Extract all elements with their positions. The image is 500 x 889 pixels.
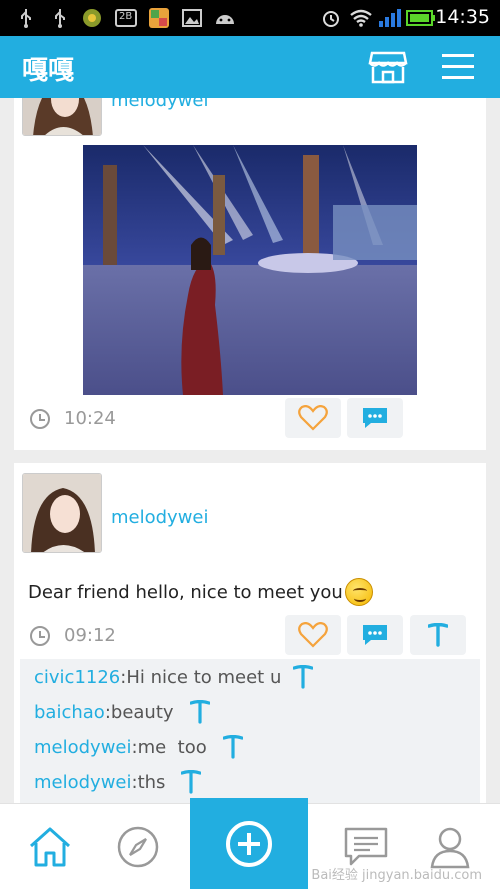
comment-item[interactable]: baichao: beauty: [34, 700, 210, 724]
comment-button[interactable]: [347, 615, 403, 655]
t-icon[interactable]: [189, 700, 210, 724]
clock-icon: [30, 625, 50, 646]
usb-icon: [16, 8, 36, 28]
comment-text: beauty: [110, 701, 174, 723]
comment-text: ths: [137, 771, 166, 793]
comment-user[interactable]: melodywei: [34, 737, 132, 758]
post-card: melodywei Dear friend hello, nice to mee…: [14, 463, 486, 803]
post-photo[interactable]: [83, 145, 417, 395]
add-button[interactable]: [190, 798, 308, 889]
comment-icon: [363, 408, 387, 428]
post-time-row: 10:24: [30, 408, 116, 429]
comment-text: me too: [137, 736, 207, 758]
t-icon[interactable]: [293, 665, 314, 689]
comment-button[interactable]: [347, 398, 403, 438]
comment-text: Hi nice to meet u: [126, 666, 282, 688]
smiley-emoji-icon: [344, 578, 373, 606]
app-header: 嘎嘎: [0, 36, 500, 98]
compass-icon[interactable]: [108, 804, 168, 889]
clock-icon: [30, 408, 50, 429]
t-icon: [428, 623, 448, 647]
sim-label: 2B: [119, 11, 133, 22]
comment-item[interactable]: melodywei: me too: [34, 735, 243, 759]
menu-icon[interactable]: [442, 52, 474, 82]
comment-user[interactable]: baichao: [34, 702, 105, 723]
store-icon[interactable]: [368, 49, 408, 85]
like-button[interactable]: [285, 398, 341, 438]
t-icon[interactable]: [181, 770, 202, 794]
signal-icon: [378, 8, 402, 28]
comment-item[interactable]: melodywei: ths: [34, 770, 202, 794]
status-time: 14:35: [435, 6, 490, 28]
comment-user[interactable]: civic1126: [34, 667, 120, 688]
like-icon: [298, 405, 328, 431]
battery-icon: [406, 8, 436, 28]
avatar[interactable]: [22, 473, 102, 553]
page-title: 嘎嘎: [22, 56, 75, 86]
android-icon: [214, 8, 236, 28]
post-card: melodywei 10:24: [14, 98, 486, 450]
status-bar: 2B 14:35: [0, 0, 500, 36]
post-text: Dear friend hello, nice to meet you: [28, 578, 373, 606]
wifi-icon: [349, 8, 373, 28]
post-text-content: Dear friend hello, nice to meet you: [28, 581, 343, 603]
app-icon: [82, 8, 102, 28]
t-icon[interactable]: [222, 735, 243, 759]
like-button[interactable]: [285, 615, 341, 655]
sim-icon: 2B: [115, 8, 137, 28]
watermark: Bai经验 jingyan.baidu.com: [311, 868, 482, 883]
usb-icon: [50, 8, 70, 28]
feed[interactable]: melodywei 10:24 melodywei Dear friend he…: [0, 98, 500, 803]
home-icon[interactable]: [20, 804, 80, 889]
bottom-nav: Bai经验 jingyan.baidu.com: [0, 798, 500, 889]
like-icon: [298, 622, 328, 648]
comments-list: civic1126: Hi nice to meet u baichao: beau…: [20, 659, 480, 803]
add-icon: [226, 821, 272, 867]
comment-item[interactable]: civic1126: Hi nice to meet u: [34, 665, 314, 689]
post-username[interactable]: melodywei: [111, 507, 209, 528]
comment-icon: [363, 625, 387, 645]
alarm-icon: [320, 8, 342, 28]
post-time: 10:24: [64, 408, 116, 429]
gallery-app-icon: [148, 8, 170, 28]
image-icon: [182, 8, 202, 28]
post-time: 09:12: [64, 625, 116, 646]
post-username[interactable]: melodywei: [111, 98, 209, 111]
post-time-row: 09:12: [30, 625, 116, 646]
t-button[interactable]: [410, 615, 466, 655]
avatar[interactable]: [22, 98, 102, 136]
comment-user[interactable]: melodywei: [34, 772, 132, 793]
